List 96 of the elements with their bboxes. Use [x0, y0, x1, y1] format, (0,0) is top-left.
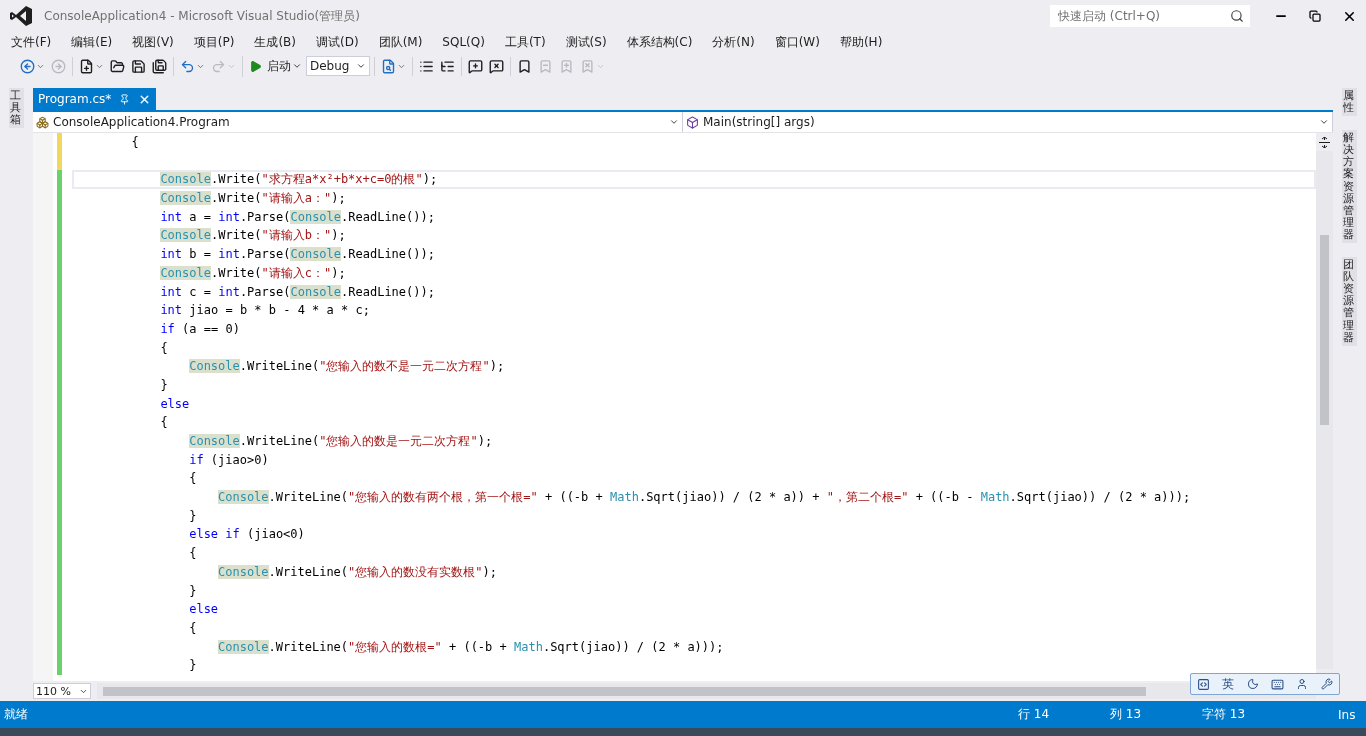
forward-icon	[51, 58, 66, 74]
code-line: if (a == 0)	[159, 320, 241, 338]
menu-item[interactable]: 工具(T)	[497, 33, 553, 51]
bookmark-plus-icon	[559, 58, 574, 74]
code-line: Console.WriteLine("您输入的数根=" + ((-b + Math.Sqrt(jiao)) / (2 * a)));	[217, 638, 725, 656]
menu-item[interactable]: 测试(S)	[558, 33, 614, 51]
side-panel-tab[interactable]: 属性	[1342, 88, 1357, 117]
document-tab[interactable]: Program.cs*	[33, 88, 157, 110]
code-line: }	[188, 507, 198, 525]
ime-logo-icon[interactable]	[1197, 677, 1211, 691]
user-icon[interactable]	[1296, 678, 1309, 690]
bookmark-icon	[517, 58, 532, 74]
caret-icon	[669, 117, 679, 127]
code-line: {	[188, 619, 198, 637]
back-icon	[20, 58, 35, 74]
comment-remove-icon	[489, 58, 504, 74]
caret-icon	[1319, 117, 1329, 127]
quick-launch-field[interactable]: 快速启动 (Ctrl+Q)	[1050, 5, 1250, 27]
code-line: }	[159, 376, 169, 394]
code-line: {	[130, 134, 140, 151]
app-logo	[10, 6, 32, 26]
menu-item[interactable]: 体系结构(C)	[619, 33, 700, 51]
code-line: }	[188, 582, 198, 600]
wrench-icon[interactable]	[1320, 678, 1333, 690]
menu-item[interactable]: SQL(Q)	[435, 35, 492, 49]
save-icon	[131, 58, 146, 74]
folder-icon	[110, 58, 125, 74]
caret-icon	[292, 61, 302, 71]
code-line: int b = int.Parse(Console.ReadLine());	[159, 246, 436, 264]
code-line: else	[188, 601, 220, 619]
restore-icon	[1309, 10, 1321, 22]
find-icon	[381, 58, 396, 74]
code-line: {	[188, 470, 198, 488]
code-line: Console.WriteLine("您输入的数没有实数根");	[217, 563, 498, 581]
column-number: 列 13	[1110, 706, 1143, 723]
menu-item[interactable]: 文件(F)	[4, 33, 59, 51]
bookmark-minus-icon	[538, 58, 553, 74]
new-file-icon	[79, 58, 94, 74]
search-icon	[1230, 9, 1244, 23]
list-tree-icon	[440, 58, 455, 74]
code-line: {	[159, 339, 169, 357]
bookmark-x-icon	[580, 58, 595, 74]
code-line: Console.WriteLine("您输入的数不是一元二次方程");	[188, 358, 506, 376]
status-message: 就绪	[4, 706, 29, 723]
redo-icon	[211, 58, 226, 74]
side-panel-tab[interactable]: 团队资源管理器	[1342, 257, 1357, 346]
quick-launch-input[interactable]: 快速启动 (Ctrl+Q)	[1056, 8, 1230, 24]
scrollbar-thumb[interactable]	[1320, 235, 1329, 425]
code-line: Console.WriteLine("您输入的数是一元二次方程");	[188, 433, 494, 450]
insert-mode: Ins	[1338, 707, 1357, 722]
menu-item[interactable]: 团队(M)	[371, 33, 430, 51]
code-line: int jiao = b * b - 4 * a * c;	[159, 302, 371, 320]
undo-icon	[180, 58, 195, 74]
menu-item[interactable]: 编辑(E)	[64, 33, 120, 51]
pin-icon[interactable]	[119, 93, 131, 105]
code-line: Console.Write("请输入c：");	[159, 264, 347, 282]
type-dropdown[interactable]: ConsoleApplication4.Program	[33, 112, 683, 132]
code-line: Console.Write("请输入a：");	[159, 190, 347, 208]
side-panel-tab[interactable]: 工具箱	[9, 88, 24, 129]
menu-item[interactable]: 视图(V)	[125, 33, 181, 51]
scrollbar-thumb[interactable]	[103, 686, 1146, 696]
code-line: int a = int.Parse(Console.ReadLine());	[159, 208, 436, 226]
moon-icon[interactable]	[1246, 678, 1259, 690]
menu-item[interactable]: 项目(P)	[186, 33, 242, 51]
menu-item[interactable]: 窗口(W)	[767, 33, 827, 51]
configuration-dropdown[interactable]: Debug	[306, 56, 370, 76]
code-line: else if (jiao<0)	[188, 526, 306, 544]
menu-item[interactable]: 分析(N)	[705, 33, 762, 51]
keyboard-icon[interactable]	[1271, 677, 1285, 691]
menu-item[interactable]: 生成(B)	[247, 33, 303, 51]
code-line: else	[159, 395, 191, 413]
side-panel-tab[interactable]: 解决方案资源管理器	[1342, 130, 1357, 244]
code-line: Console.Write("请输入b：");	[159, 227, 347, 245]
char-number: 字符 13	[1202, 706, 1247, 723]
ime-mode[interactable]: 英	[1222, 675, 1235, 693]
menu-item[interactable]: 帮助(H)	[832, 33, 890, 51]
code-line: int c = int.Parse(Console.ReadLine());	[159, 283, 436, 301]
comment-add-icon	[468, 58, 483, 74]
list-icon	[419, 58, 434, 74]
code-line: {	[188, 545, 198, 563]
code-line: if (jiao>0)	[188, 451, 270, 469]
caret-icon	[356, 61, 366, 71]
code-line: }	[188, 657, 198, 675]
start-button[interactable]: 启动	[247, 55, 304, 77]
window-title: ConsoleApplication4 - Microsoft Visual Studio(管理员)	[44, 7, 361, 25]
class-icon	[36, 115, 49, 129]
line-number: 行 14	[1018, 706, 1051, 723]
vertical-scrollbar[interactable]	[1316, 151, 1333, 669]
save-all-icon	[152, 58, 167, 74]
code-line: Console.WriteLine("您输入的数有两个根，第一个根=" + ((-b + Math.Sqrt(jiao)) / (2 * a)) + "，第二个根=" + ((-b - Math.Sqrt(jiao)) / (2 * a)));	[217, 489, 1192, 507]
zoom-dropdown[interactable]: 110 %	[33, 683, 91, 699]
play-icon	[249, 59, 262, 73]
menu-item[interactable]: 调试(D)	[309, 33, 366, 51]
member-dropdown[interactable]: Main(string[] args)	[683, 112, 1333, 132]
code-line: {	[159, 414, 169, 432]
method-icon	[686, 115, 699, 129]
